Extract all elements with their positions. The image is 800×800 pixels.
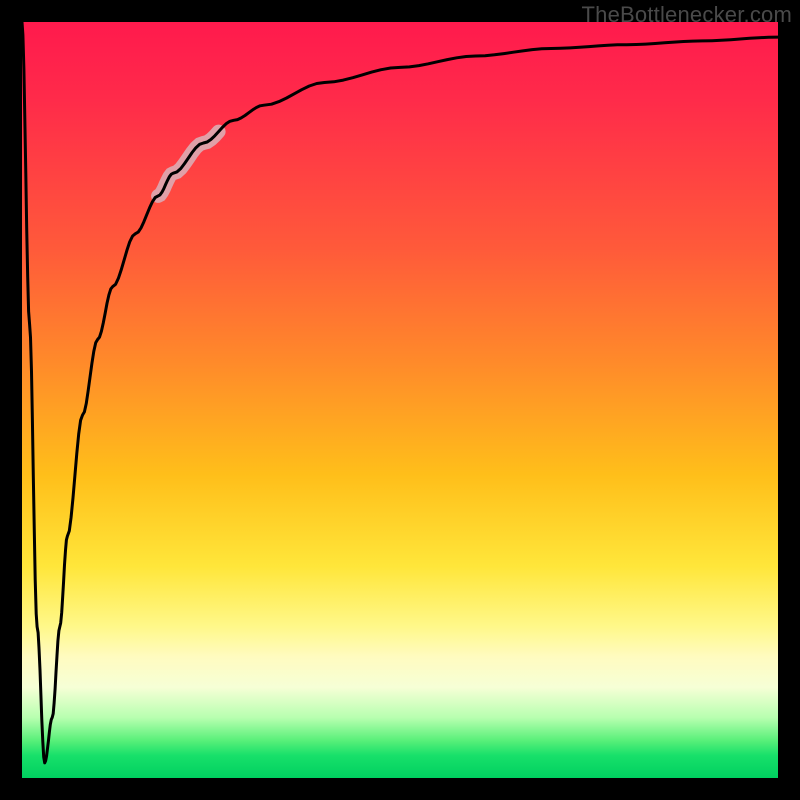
chart-plot-area	[22, 22, 778, 778]
chart-frame: TheBottleneсker.com	[0, 0, 800, 800]
curve-main	[22, 22, 778, 763]
attribution-label: TheBottleneсker.com	[582, 2, 792, 28]
chart-svg	[22, 22, 778, 778]
